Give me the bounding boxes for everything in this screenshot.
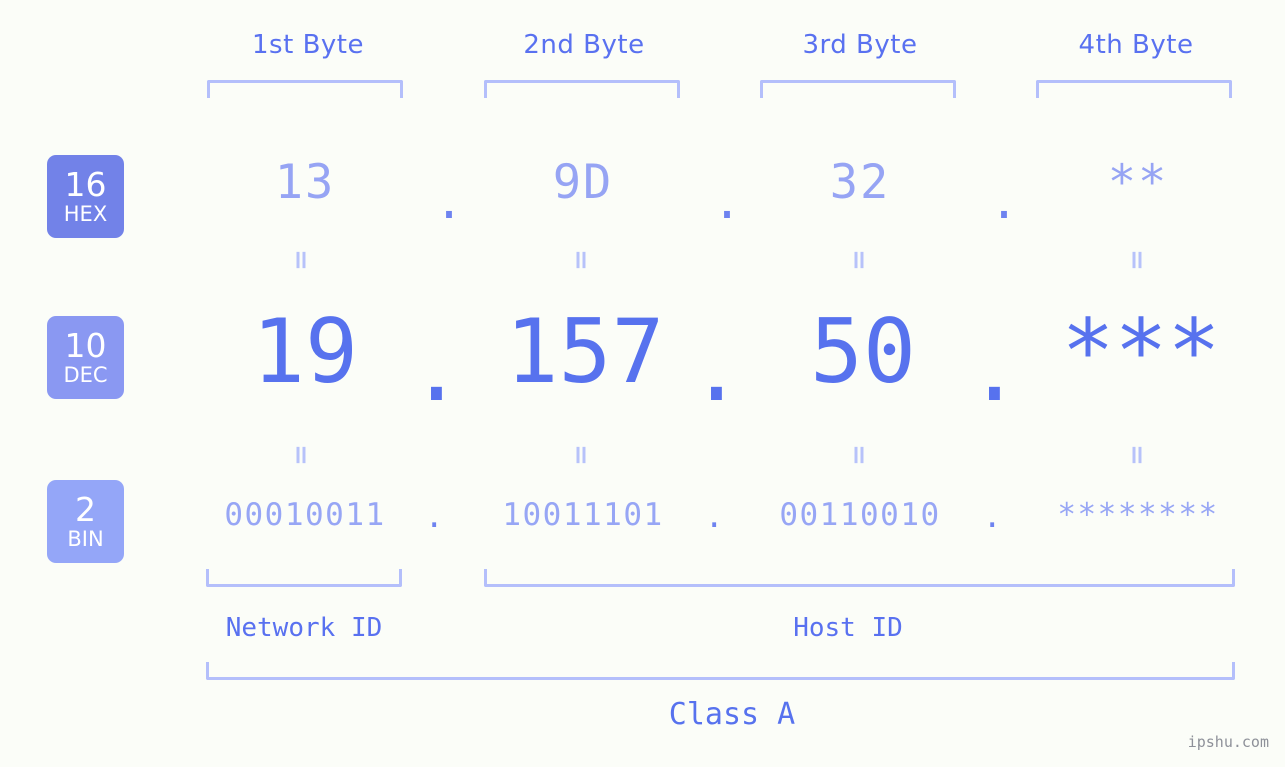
base-badge-hex-abbr: HEX (63, 202, 108, 226)
site-watermark: ipshu.com (1187, 733, 1269, 751)
bin-separator-2: . (704, 499, 726, 535)
base-badge-bin-abbr: BIN (67, 527, 104, 551)
equals-marker-hex-dec-2: = (566, 249, 596, 271)
bin-separator-1: . (424, 499, 446, 535)
byte-header-label-1: 1st Byte (252, 30, 364, 60)
base-badge-dec[interactable]: 10 DEC (47, 316, 124, 399)
class-label: Class A (668, 697, 796, 732)
base-badge-hex[interactable]: 16 HEX (47, 155, 124, 238)
equals-marker-hex-dec-3: = (844, 249, 874, 271)
hex-separator-3: . (989, 175, 1021, 230)
byte-header-label-2: 2nd Byte (523, 30, 645, 60)
equals-marker-hex-dec-1: = (286, 249, 316, 271)
base-badge-bin[interactable]: 2 BIN (47, 480, 124, 563)
host-id-bracket (484, 569, 1235, 587)
dec-byte-1: 19 (252, 300, 358, 403)
byte-header-label-3: 3rd Byte (802, 30, 918, 60)
equals-marker-dec-bin-4: = (1122, 444, 1152, 466)
hex-byte-4: ** (1107, 155, 1169, 210)
base-badge-hex-number: 16 (64, 165, 107, 204)
bin-byte-4: ******** (1057, 497, 1219, 533)
base-badge-dec-number: 10 (64, 326, 107, 365)
hex-separator-1: . (434, 175, 466, 230)
ip-address-breakdown-diagram: 1st Byte 2nd Byte 3rd Byte 4th Byte 16 H… (0, 0, 1285, 767)
byte-bracket-1 (207, 80, 403, 98)
base-badge-bin-number: 2 (75, 490, 96, 529)
bin-byte-3: 00110010 (779, 497, 941, 533)
hex-separator-2: . (712, 175, 744, 230)
network-id-label: Network ID (225, 613, 383, 643)
bin-separator-3: . (982, 499, 1004, 535)
equals-marker-dec-bin-1: = (286, 444, 316, 466)
equals-marker-dec-bin-2: = (566, 444, 596, 466)
hex-byte-1: 13 (274, 155, 336, 210)
equals-marker-hex-dec-4: = (1122, 249, 1152, 271)
network-id-bracket (206, 569, 402, 587)
byte-bracket-2 (484, 80, 680, 98)
byte-bracket-3 (760, 80, 956, 98)
dec-byte-3: 50 (810, 300, 916, 403)
hex-byte-2: 9D (552, 155, 614, 210)
base-badge-dec-abbr: DEC (63, 363, 108, 387)
host-id-label: Host ID (793, 613, 903, 643)
byte-header-label-4: 4th Byte (1078, 30, 1194, 60)
bin-byte-1: 00010011 (224, 497, 386, 533)
byte-bracket-4 (1036, 80, 1232, 98)
bin-byte-2: 10011101 (502, 497, 664, 533)
hex-byte-3: 32 (829, 155, 891, 210)
dec-byte-2: 157 (505, 300, 665, 403)
equals-marker-dec-bin-3: = (844, 444, 874, 466)
class-bracket (206, 662, 1235, 680)
dec-byte-4: *** (1061, 300, 1221, 403)
